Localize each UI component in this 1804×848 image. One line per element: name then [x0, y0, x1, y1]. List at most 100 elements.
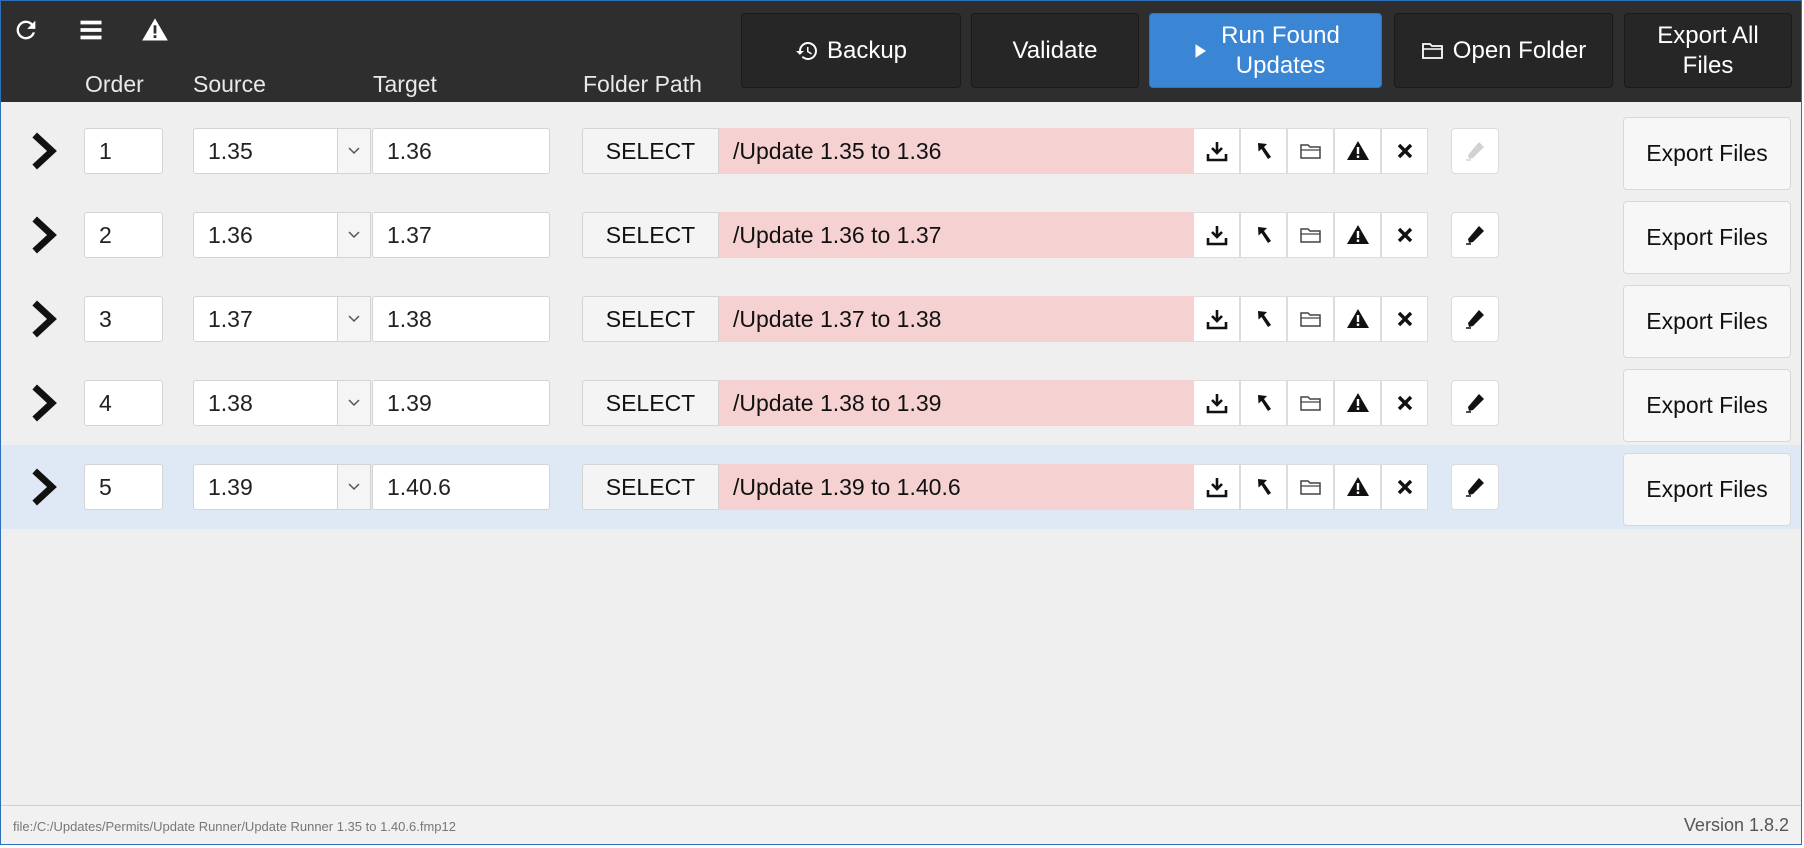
- target-field[interactable]: 1.36: [372, 128, 550, 174]
- expand-chevron-icon[interactable]: [27, 467, 61, 507]
- warning-icon: [1346, 393, 1369, 412]
- row-warning-button[interactable]: [1334, 380, 1381, 426]
- warning-icon[interactable]: [138, 13, 172, 47]
- chevron-down-icon: [348, 399, 360, 407]
- open-folder-button[interactable]: Open Folder: [1394, 13, 1613, 88]
- warning-icon: [1346, 309, 1369, 328]
- edit-row-button[interactable]: [1451, 380, 1499, 426]
- expand-chevron-icon[interactable]: [27, 299, 61, 339]
- row-warning-button[interactable]: [1334, 296, 1381, 342]
- edit-row-button[interactable]: [1451, 296, 1499, 342]
- source-field[interactable]: 1.35: [193, 128, 339, 174]
- order-field[interactable]: 3: [84, 296, 163, 342]
- select-folder-button[interactable]: SELECT: [582, 128, 719, 174]
- order-field[interactable]: 1: [84, 128, 163, 174]
- source-dropdown-button[interactable]: [337, 128, 371, 174]
- go-to-button[interactable]: [1240, 296, 1287, 342]
- source-field[interactable]: 1.38: [193, 380, 339, 426]
- select-folder-button[interactable]: SELECT: [582, 296, 719, 342]
- folder-path-value: /Update 1.39 to 1.40.6: [719, 464, 1193, 510]
- edit-row-button[interactable]: [1451, 464, 1499, 510]
- column-header-target: Target: [373, 71, 437, 97]
- download-button[interactable]: [1193, 296, 1240, 342]
- target-field[interactable]: 1.38: [372, 296, 550, 342]
- source-field[interactable]: 1.37: [193, 296, 339, 342]
- delete-row-button[interactable]: [1381, 380, 1428, 426]
- order-field[interactable]: 5: [84, 464, 163, 510]
- open-row-folder-button[interactable]: [1287, 128, 1334, 174]
- select-folder-button[interactable]: SELECT: [582, 464, 719, 510]
- up-left-arrow-icon: [1257, 395, 1271, 411]
- run-found-updates-button[interactable]: Run Found Updates: [1149, 13, 1382, 88]
- status-bar: file:/C:/Updates/Permits/Update Runner/U…: [1, 805, 1801, 844]
- go-to-button[interactable]: [1240, 380, 1287, 426]
- close-icon: [1397, 227, 1412, 243]
- source-dropdown-button[interactable]: [337, 464, 371, 510]
- order-field[interactable]: 4: [84, 380, 163, 426]
- export-files-button[interactable]: Export Files: [1623, 453, 1791, 526]
- download-icon: [1206, 394, 1227, 414]
- close-icon: [1397, 143, 1412, 159]
- toolbar: Order Source Target Folder Path Backup V…: [1, 1, 1801, 102]
- export-files-button[interactable]: Export Files: [1623, 369, 1791, 442]
- chevron-down-icon: [348, 147, 360, 155]
- select-folder-button[interactable]: SELECT: [582, 212, 719, 258]
- download-button[interactable]: [1193, 464, 1240, 510]
- expand-chevron-icon[interactable]: [27, 215, 61, 255]
- export-files-button[interactable]: Export Files: [1623, 285, 1791, 358]
- source-dropdown-button[interactable]: [337, 212, 371, 258]
- chevron-down-icon: [348, 483, 360, 491]
- version-label: Version 1.8.2: [1683, 815, 1789, 835]
- select-folder-button[interactable]: SELECT: [582, 380, 719, 426]
- row-warning-button[interactable]: [1334, 464, 1381, 510]
- edit-row-button[interactable]: [1451, 212, 1499, 258]
- delete-row-button[interactable]: [1381, 212, 1428, 258]
- source-field[interactable]: 1.36: [193, 212, 339, 258]
- go-to-button[interactable]: [1240, 464, 1287, 510]
- chevron-down-icon: [348, 315, 360, 323]
- export-files-button[interactable]: Export Files: [1623, 117, 1791, 190]
- source-dropdown-button[interactable]: [337, 380, 371, 426]
- expand-chevron-icon[interactable]: [27, 131, 61, 171]
- delete-row-button[interactable]: [1381, 464, 1428, 510]
- order-field[interactable]: 2: [84, 212, 163, 258]
- menu-icon[interactable]: [74, 13, 108, 47]
- delete-row-button[interactable]: [1381, 296, 1428, 342]
- target-field[interactable]: 1.39: [372, 380, 550, 426]
- source-dropdown-button[interactable]: [337, 296, 371, 342]
- go-to-button[interactable]: [1240, 128, 1287, 174]
- update-row: 2 1.36 1.37 SELECT /Update 1.36 to 1.37 …: [1, 193, 1801, 277]
- folder-path-value: /Update 1.38 to 1.39: [719, 380, 1193, 426]
- open-folder-label: Open Folder: [1452, 36, 1587, 64]
- validate-button[interactable]: Validate: [971, 13, 1139, 88]
- row-warning-button[interactable]: [1334, 212, 1381, 258]
- warning-icon: [1346, 225, 1369, 244]
- backup-button[interactable]: Backup: [741, 13, 961, 88]
- download-button[interactable]: [1193, 128, 1240, 174]
- go-to-button[interactable]: [1240, 212, 1287, 258]
- pencil-icon: [1466, 478, 1484, 497]
- download-button[interactable]: [1193, 212, 1240, 258]
- refresh-icon[interactable]: [9, 13, 43, 47]
- open-row-folder-button[interactable]: [1287, 212, 1334, 258]
- open-row-folder-button[interactable]: [1287, 464, 1334, 510]
- folder-path-value: /Update 1.37 to 1.38: [719, 296, 1193, 342]
- target-field[interactable]: 1.40.6: [372, 464, 550, 510]
- up-left-arrow-icon: [1257, 227, 1271, 243]
- folder-icon: [1299, 480, 1321, 495]
- folder-icon: [1299, 228, 1321, 243]
- expand-chevron-icon[interactable]: [27, 383, 61, 423]
- edit-row-button[interactable]: [1451, 128, 1499, 174]
- source-field[interactable]: 1.39: [193, 464, 339, 510]
- export-all-files-button[interactable]: Export All Files: [1624, 13, 1792, 88]
- export-files-button[interactable]: Export Files: [1623, 201, 1791, 274]
- folder-path-value: /Update 1.35 to 1.36: [719, 128, 1193, 174]
- close-icon: [1397, 311, 1412, 327]
- download-button[interactable]: [1193, 380, 1240, 426]
- open-row-folder-button[interactable]: [1287, 380, 1334, 426]
- target-field[interactable]: 1.37: [372, 212, 550, 258]
- open-row-folder-button[interactable]: [1287, 296, 1334, 342]
- row-warning-button[interactable]: [1334, 128, 1381, 174]
- download-icon: [1206, 226, 1227, 246]
- delete-row-button[interactable]: [1381, 128, 1428, 174]
